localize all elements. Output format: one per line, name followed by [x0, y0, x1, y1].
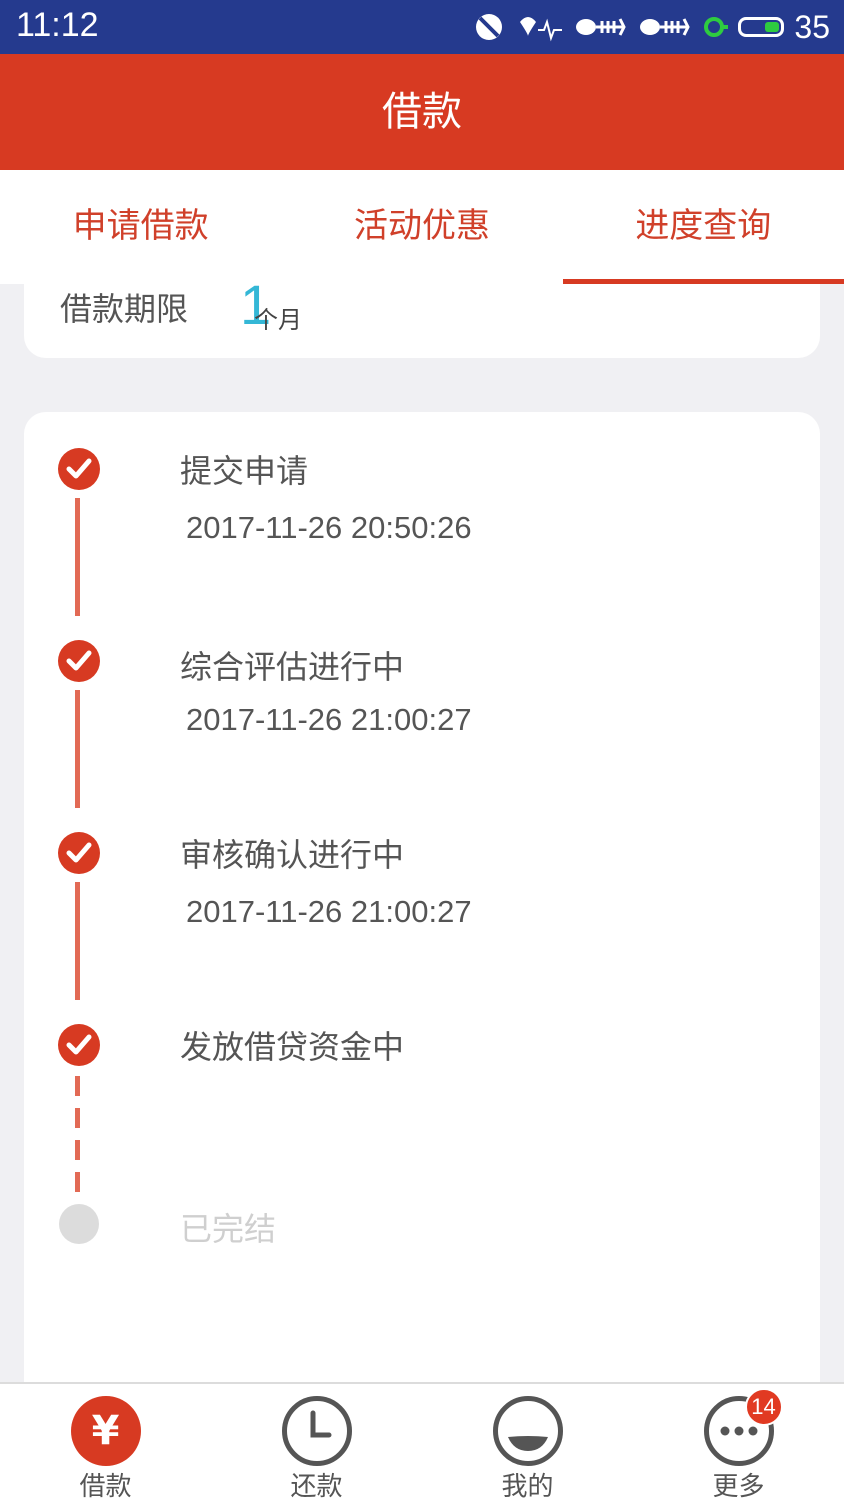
status-icons: 35: [472, 8, 830, 46]
step-title: 已完结: [180, 1210, 277, 1248]
nav-item-mine[interactable]: 我的: [422, 1384, 633, 1500]
notification-badge: 14: [744, 1388, 783, 1426]
nav-label: 借款: [79, 1472, 132, 1500]
status-time: 11:12: [16, 6, 99, 44]
signal-icon: [476, 14, 503, 40]
check-circle-icon: [58, 448, 100, 490]
profile-icon: [492, 1396, 563, 1466]
tab-apply-loan[interactable]: 申请借款: [0, 170, 281, 284]
step-time: 2017-11-26 20:50:26: [186, 510, 472, 545]
tab-promotions[interactable]: 活动优惠: [281, 170, 562, 284]
nav-item-repay[interactable]: 还款: [211, 1384, 422, 1500]
fish-icon: [576, 18, 627, 36]
bottom-nav: ¥ 借款 还款 我的 14 更多: [0, 1382, 844, 1500]
fish-icon: [640, 18, 691, 36]
page-title: 借款: [382, 89, 462, 135]
pending-circle-icon: [59, 1204, 99, 1244]
check-circle-icon: [58, 832, 100, 874]
status-bar: 11:12 35: [0, 0, 844, 54]
timeline-connector: [75, 882, 80, 1000]
timeline-connector: [75, 498, 80, 616]
nav-label: 还款: [290, 1472, 343, 1500]
timeline-connector-dashed: [75, 1076, 80, 1194]
check-circle-icon: [58, 640, 100, 682]
battery-level: 35: [794, 8, 830, 45]
clock-icon: [281, 1396, 352, 1466]
battery-icon: [738, 17, 785, 37]
app-header: 借款: [0, 54, 844, 170]
nav-label: 我的: [501, 1472, 554, 1500]
wifi-icon: [520, 17, 563, 42]
plug-icon: [704, 17, 729, 37]
step-title: 综合评估进行中: [180, 648, 405, 686]
timeline-connector: [75, 690, 80, 808]
step-title: 审核确认进行中: [180, 836, 405, 874]
step-time: 2017-11-26 21:00:27: [186, 702, 472, 737]
nav-item-more[interactable]: 14 更多: [633, 1384, 844, 1500]
yen-icon: ¥: [70, 1396, 141, 1466]
loan-term-card: 借款期限 1 个月: [24, 273, 820, 358]
loan-term-unit: 个月: [254, 306, 302, 334]
nav-label: 更多: [712, 1472, 765, 1500]
step-title: 发放借贷资金中: [180, 1028, 405, 1066]
loan-term-label: 借款期限: [60, 290, 189, 328]
nav-item-loan[interactable]: ¥ 借款: [0, 1384, 211, 1500]
progress-timeline-card: 提交申请 2017-11-26 20:50:26 综合评估进行中 2017-11…: [24, 412, 820, 1412]
tab-progress-query[interactable]: 进度查询: [562, 170, 844, 284]
tab-bar: 申请借款 活动优惠 进度查询: [0, 170, 844, 284]
step-title: 提交申请: [180, 452, 309, 490]
step-time: 2017-11-26 21:00:27: [186, 894, 472, 929]
check-circle-icon: [58, 1024, 100, 1066]
